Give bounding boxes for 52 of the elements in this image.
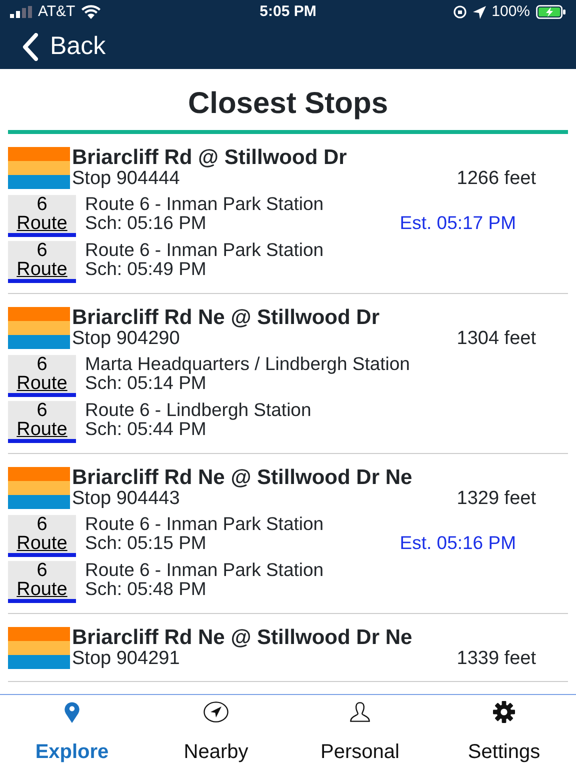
estimated-time: Est. 05:17 PM [400, 214, 516, 232]
stop-distance: 1304 feet [456, 329, 536, 349]
stop-icon [8, 147, 70, 189]
stop-number: Stop 904444 [72, 169, 180, 189]
scheduled-time: Sch: 05:48 PM [85, 580, 206, 598]
stop-number: Stop 904290 [72, 329, 180, 349]
lock-rotation-icon [452, 5, 467, 19]
scheduled-time: Sch: 05:44 PM [85, 420, 206, 438]
stop-name[interactable]: Briarcliff Rd Ne @ Stillwood Dr Ne [72, 627, 568, 650]
route-button[interactable]: 6 Route [8, 355, 76, 395]
stop-name[interactable]: Briarcliff Rd @ Stillwood Dr [72, 147, 568, 170]
carrier-label: AT&T [38, 2, 76, 22]
stop-distance: 1266 feet [456, 169, 536, 189]
route-button[interactable]: 6 Route [8, 241, 76, 281]
route-destination: Route 6 - Inman Park Station [85, 195, 325, 214]
route-button[interactable]: 6 Route [8, 515, 76, 555]
person-icon [347, 701, 373, 723]
route-destination: Route 6 - Inman Park Station [85, 561, 325, 580]
tab-bar-item[interactable]: Settings [432, 695, 576, 768]
stop-icon [8, 467, 70, 509]
route-button[interactable]: 6 Route [8, 401, 76, 441]
scheduled-time: Sch: 05:15 PM [85, 534, 206, 552]
wifi-icon [81, 5, 102, 19]
location-arrow-icon [472, 6, 486, 18]
route-destination: Route 6 - Lindbergh Station [85, 401, 312, 420]
stop-icon [8, 627, 70, 669]
route-button[interactable]: 6 Route [8, 195, 76, 235]
stop-name[interactable]: Briarcliff Rd Ne @ Stillwood Dr [72, 307, 568, 330]
back-button[interactable]: Back [22, 28, 106, 66]
stop-name[interactable]: Briarcliff Rd Ne @ Stillwood Dr Ne [72, 467, 568, 490]
battery-icon [536, 5, 566, 19]
scheduled-time: Sch: 05:14 PM [85, 374, 206, 392]
stop-distance: 1329 feet [456, 489, 536, 509]
route-destination: Route 6 - Inman Park Station [85, 241, 325, 260]
page-title: Closest Stops [186, 86, 390, 122]
battery-label: 100% [492, 2, 530, 22]
scheduled-time: Sch: 05:16 PM [85, 214, 206, 232]
chevron-left-icon [22, 32, 38, 60]
scheduled-time: Sch: 05:49 PM [85, 260, 206, 278]
stop-number: Stop 904291 [72, 649, 180, 669]
signal-icon [10, 6, 32, 18]
route-destination: Route 6 - Inman Park Station [85, 515, 325, 534]
route-button[interactable]: 6 Route [8, 561, 76, 601]
stop-distance: 1339 feet [456, 649, 536, 669]
estimated-time: Est. 05:16 PM [400, 534, 516, 552]
tab-bar-item[interactable]: Personal [288, 695, 432, 768]
clock-time: 5:05 PM [260, 2, 316, 22]
stop-number: Stop 904443 [72, 489, 180, 509]
stop-icon [8, 307, 70, 349]
route-destination: Marta Headquarters / Lindbergh Station [85, 355, 411, 374]
tab-bar-item[interactable]: Explore [0, 695, 144, 768]
tab-bar-item[interactable]: Nearby [144, 695, 288, 768]
